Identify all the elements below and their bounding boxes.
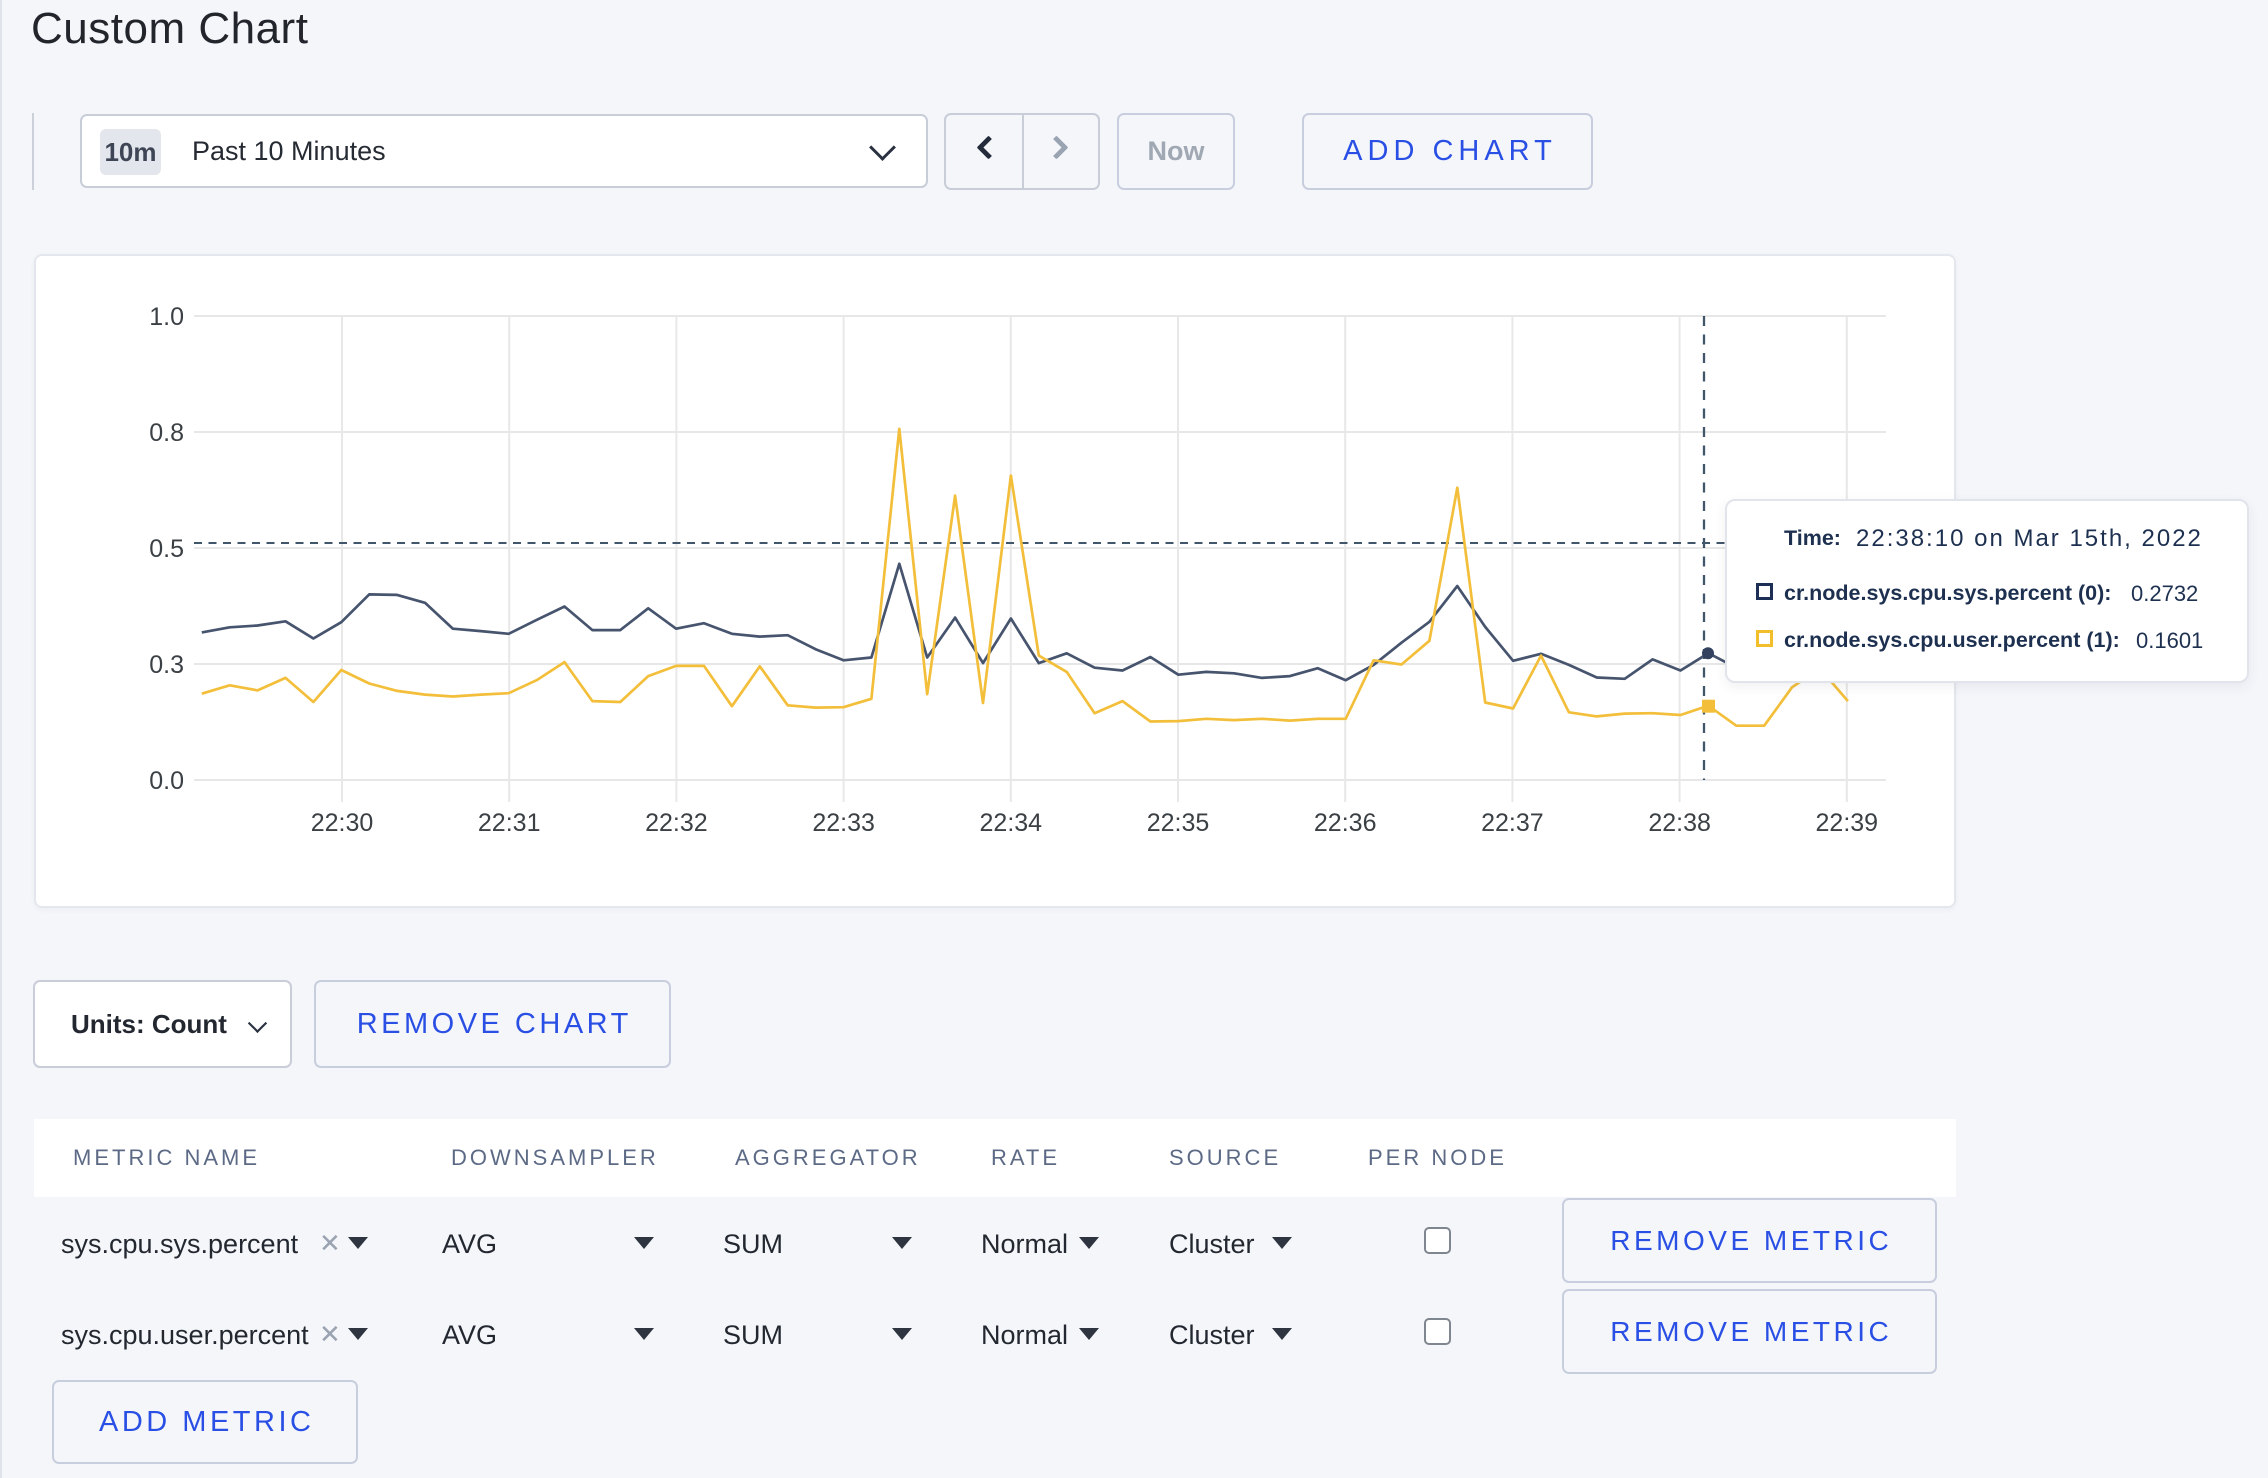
svg-text:22:38: 22:38 bbox=[1648, 809, 1711, 837]
svg-text:1.0: 1.0 bbox=[149, 303, 184, 331]
svg-text:22:31: 22:31 bbox=[478, 809, 541, 837]
svg-text:0.3: 0.3 bbox=[149, 651, 184, 679]
svg-text:22:32: 22:32 bbox=[645, 809, 708, 837]
svg-text:22:33: 22:33 bbox=[812, 809, 875, 837]
svg-text:0.8: 0.8 bbox=[149, 419, 184, 447]
svg-text:22:30: 22:30 bbox=[311, 809, 374, 837]
svg-text:0.5: 0.5 bbox=[149, 535, 184, 563]
svg-text:22:39: 22:39 bbox=[1816, 809, 1879, 837]
svg-text:22:35: 22:35 bbox=[1147, 809, 1210, 837]
svg-text:22:36: 22:36 bbox=[1314, 809, 1377, 837]
svg-text:22:34: 22:34 bbox=[980, 809, 1043, 837]
svg-text:22:37: 22:37 bbox=[1481, 809, 1544, 837]
svg-text:0.0: 0.0 bbox=[149, 767, 184, 795]
